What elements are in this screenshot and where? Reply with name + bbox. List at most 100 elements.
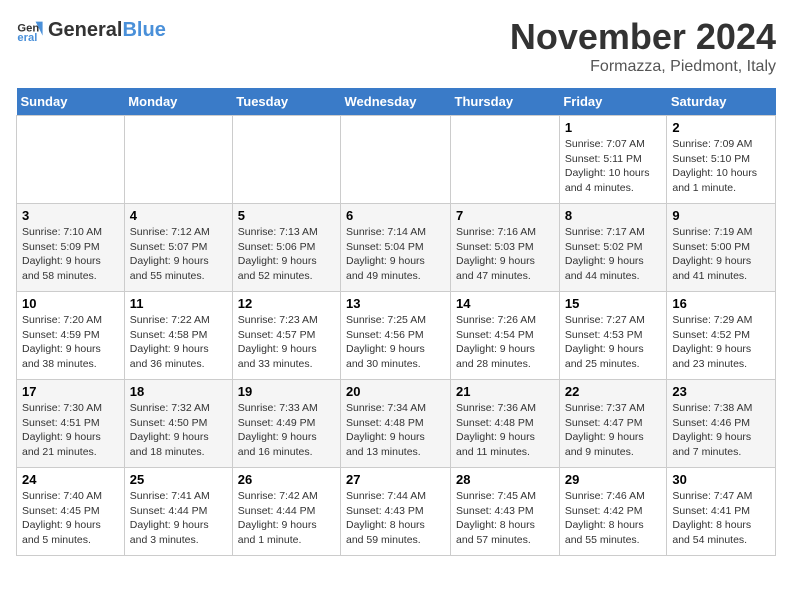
calendar-cell xyxy=(124,116,232,204)
day-number: 26 xyxy=(238,472,335,487)
day-number: 8 xyxy=(565,208,662,223)
calendar-cell: 26 Sunrise: 7:42 AM Sunset: 4:44 PM Dayli… xyxy=(232,468,340,556)
day-number: 1 xyxy=(565,120,662,135)
calendar-cell xyxy=(341,116,451,204)
day-info: Sunrise: 7:34 AM Sunset: 4:48 PM Dayligh… xyxy=(346,401,445,460)
day-info: Sunrise: 7:23 AM Sunset: 4:57 PM Dayligh… xyxy=(238,313,335,372)
day-info: Sunrise: 7:26 AM Sunset: 4:54 PM Dayligh… xyxy=(456,313,554,372)
calendar-cell: 14 Sunrise: 7:26 AM Sunset: 4:54 PM Dayli… xyxy=(451,292,560,380)
day-info: Sunrise: 7:33 AM Sunset: 4:49 PM Dayligh… xyxy=(238,401,335,460)
calendar-week-0: 1 Sunrise: 7:07 AM Sunset: 5:11 PM Daylig… xyxy=(17,116,776,204)
header-thursday: Thursday xyxy=(451,88,560,116)
calendar-cell xyxy=(232,116,340,204)
calendar-cell: 4 Sunrise: 7:12 AM Sunset: 5:07 PM Daylig… xyxy=(124,204,232,292)
calendar-cell: 9Sunrise: 7:19 AM Sunset: 5:00 PM Daylig… xyxy=(667,204,776,292)
calendar-cell: 29 Sunrise: 7:46 AM Sunset: 4:42 PM Dayli… xyxy=(559,468,667,556)
day-number: 5 xyxy=(238,208,335,223)
day-number: 16 xyxy=(672,296,770,311)
calendar-header-row: SundayMondayTuesdayWednesdayThursdayFrid… xyxy=(17,88,776,116)
day-number: 12 xyxy=(238,296,335,311)
day-number: 2 xyxy=(672,120,770,135)
calendar-cell xyxy=(451,116,560,204)
day-info: Sunrise: 7:16 AM Sunset: 5:03 PM Dayligh… xyxy=(456,225,554,284)
calendar-cell: 20 Sunrise: 7:34 AM Sunset: 4:48 PM Dayli… xyxy=(341,380,451,468)
logo-blue: Blue xyxy=(122,19,165,42)
day-info: Sunrise: 7:29 AM Sunset: 4:52 PM Dayligh… xyxy=(672,313,770,372)
calendar-cell: 16 Sunrise: 7:29 AM Sunset: 4:52 PM Dayli… xyxy=(667,292,776,380)
day-number: 6 xyxy=(346,208,445,223)
day-info: Sunrise: 7:20 AM Sunset: 4:59 PM Dayligh… xyxy=(22,313,119,372)
day-number: 10 xyxy=(22,296,119,311)
day-info: Sunrise: 7:46 AM Sunset: 4:42 PM Dayligh… xyxy=(565,489,662,548)
header-tuesday: Tuesday xyxy=(232,88,340,116)
day-number: 17 xyxy=(22,384,119,399)
day-number: 11 xyxy=(130,296,227,311)
calendar-cell: 23Sunrise: 7:38 AM Sunset: 4:46 PM Dayli… xyxy=(667,380,776,468)
day-info: Sunrise: 7:45 AM Sunset: 4:43 PM Dayligh… xyxy=(456,489,554,548)
calendar-cell: 3Sunrise: 7:10 AM Sunset: 5:09 PM Daylig… xyxy=(17,204,125,292)
day-info: Sunrise: 7:12 AM Sunset: 5:07 PM Dayligh… xyxy=(130,225,227,284)
calendar-cell: 28Sunrise: 7:45 AM Sunset: 4:43 PM Dayli… xyxy=(451,468,560,556)
day-info: Sunrise: 7:10 AM Sunset: 5:09 PM Dayligh… xyxy=(22,225,119,284)
calendar-week-2: 10 Sunrise: 7:20 AM Sunset: 4:59 PM Dayli… xyxy=(17,292,776,380)
header-wednesday: Wednesday xyxy=(341,88,451,116)
day-info: Sunrise: 7:07 AM Sunset: 5:11 PM Dayligh… xyxy=(565,137,662,196)
calendar-cell: 15 Sunrise: 7:27 AM Sunset: 4:53 PM Dayli… xyxy=(559,292,667,380)
day-info: Sunrise: 7:27 AM Sunset: 4:53 PM Dayligh… xyxy=(565,313,662,372)
day-info: Sunrise: 7:44 AM Sunset: 4:43 PM Dayligh… xyxy=(346,489,445,548)
day-number: 13 xyxy=(346,296,445,311)
title-section: November 2024 Formazza, Piedmont, Italy xyxy=(510,16,776,76)
svg-text:eral: eral xyxy=(17,32,37,44)
calendar-cell: 21 Sunrise: 7:36 AM Sunset: 4:48 PM Dayli… xyxy=(451,380,560,468)
month-title: November 2024 xyxy=(510,16,776,58)
calendar-week-1: 3Sunrise: 7:10 AM Sunset: 5:09 PM Daylig… xyxy=(17,204,776,292)
day-number: 30 xyxy=(672,472,770,487)
calendar-cell: 6Sunrise: 7:14 AM Sunset: 5:04 PM Daylig… xyxy=(341,204,451,292)
calendar-cell: 11 Sunrise: 7:22 AM Sunset: 4:58 PM Dayli… xyxy=(124,292,232,380)
day-number: 4 xyxy=(130,208,227,223)
day-info: Sunrise: 7:32 AM Sunset: 4:50 PM Dayligh… xyxy=(130,401,227,460)
calendar-cell: 17Sunrise: 7:30 AM Sunset: 4:51 PM Dayli… xyxy=(17,380,125,468)
day-info: Sunrise: 7:42 AM Sunset: 4:44 PM Dayligh… xyxy=(238,489,335,548)
day-info: Sunrise: 7:38 AM Sunset: 4:46 PM Dayligh… xyxy=(672,401,770,460)
day-info: Sunrise: 7:17 AM Sunset: 5:02 PM Dayligh… xyxy=(565,225,662,284)
calendar-cell: 1 Sunrise: 7:07 AM Sunset: 5:11 PM Daylig… xyxy=(559,116,667,204)
logo-general: General xyxy=(48,19,122,42)
day-number: 18 xyxy=(130,384,227,399)
day-number: 25 xyxy=(130,472,227,487)
calendar-cell: 22 Sunrise: 7:37 AM Sunset: 4:47 PM Dayli… xyxy=(559,380,667,468)
day-number: 15 xyxy=(565,296,662,311)
calendar-cell: 30Sunrise: 7:47 AM Sunset: 4:41 PM Dayli… xyxy=(667,468,776,556)
calendar-week-3: 17Sunrise: 7:30 AM Sunset: 4:51 PM Dayli… xyxy=(17,380,776,468)
location-subtitle: Formazza, Piedmont, Italy xyxy=(510,58,776,76)
calendar-cell: 8 Sunrise: 7:17 AM Sunset: 5:02 PM Daylig… xyxy=(559,204,667,292)
day-info: Sunrise: 7:41 AM Sunset: 4:44 PM Dayligh… xyxy=(130,489,227,548)
day-number: 7 xyxy=(456,208,554,223)
day-number: 22 xyxy=(565,384,662,399)
day-info: Sunrise: 7:09 AM Sunset: 5:10 PM Dayligh… xyxy=(672,137,770,196)
day-number: 24 xyxy=(22,472,119,487)
day-info: Sunrise: 7:36 AM Sunset: 4:48 PM Dayligh… xyxy=(456,401,554,460)
header-sunday: Sunday xyxy=(17,88,125,116)
day-info: Sunrise: 7:37 AM Sunset: 4:47 PM Dayligh… xyxy=(565,401,662,460)
day-number: 20 xyxy=(346,384,445,399)
day-number: 21 xyxy=(456,384,554,399)
header-saturday: Saturday xyxy=(667,88,776,116)
calendar-cell: 19Sunrise: 7:33 AM Sunset: 4:49 PM Dayli… xyxy=(232,380,340,468)
day-info: Sunrise: 7:19 AM Sunset: 5:00 PM Dayligh… xyxy=(672,225,770,284)
calendar-cell xyxy=(17,116,125,204)
logo: Gen eral General Blue xyxy=(16,16,166,44)
header: Gen eral General Blue November 2024 Form… xyxy=(16,16,776,76)
day-info: Sunrise: 7:40 AM Sunset: 4:45 PM Dayligh… xyxy=(22,489,119,548)
calendar-cell: 7 Sunrise: 7:16 AM Sunset: 5:03 PM Daylig… xyxy=(451,204,560,292)
header-monday: Monday xyxy=(124,88,232,116)
calendar-table: SundayMondayTuesdayWednesdayThursdayFrid… xyxy=(16,88,776,556)
calendar-cell: 18 Sunrise: 7:32 AM Sunset: 4:50 PM Dayli… xyxy=(124,380,232,468)
day-number: 14 xyxy=(456,296,554,311)
day-info: Sunrise: 7:25 AM Sunset: 4:56 PM Dayligh… xyxy=(346,313,445,372)
calendar-cell: 5Sunrise: 7:13 AM Sunset: 5:06 PM Daylig… xyxy=(232,204,340,292)
day-number: 29 xyxy=(565,472,662,487)
calendar-cell: 10 Sunrise: 7:20 AM Sunset: 4:59 PM Dayli… xyxy=(17,292,125,380)
logo-icon: Gen eral xyxy=(16,16,44,44)
day-info: Sunrise: 7:22 AM Sunset: 4:58 PM Dayligh… xyxy=(130,313,227,372)
